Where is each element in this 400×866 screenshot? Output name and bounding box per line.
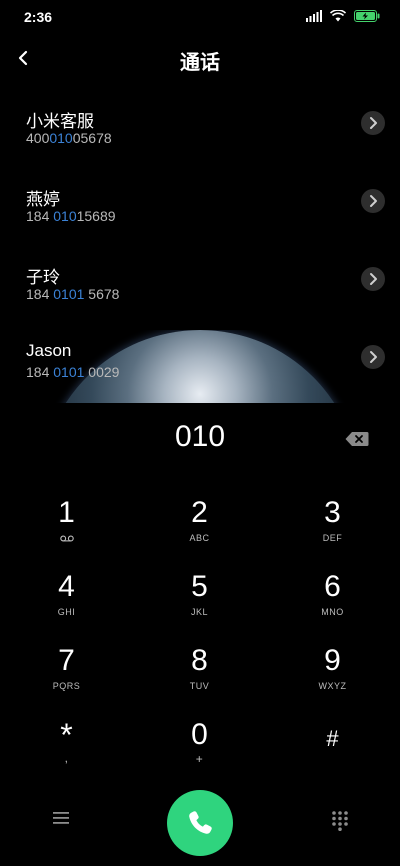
key-star[interactable]: * ,: [0, 714, 133, 784]
contact-name: Jason: [26, 341, 72, 360]
contact-number: 184 01015689: [26, 208, 116, 224]
key-digit: 1: [58, 496, 75, 529]
key-digit: 5: [191, 570, 208, 603]
chevron-right-icon: [370, 273, 377, 285]
contact-number: 184 0101 0029: [26, 364, 119, 380]
key-digit: 8: [191, 644, 208, 677]
contact-detail-button[interactable]: [361, 267, 385, 291]
battery-icon: [354, 10, 380, 22]
backspace-button[interactable]: [345, 431, 369, 447]
key-8[interactable]: 8 TUV: [133, 640, 266, 710]
key-3[interactable]: 3 DEF: [266, 492, 399, 562]
chevron-right-icon: [370, 351, 377, 363]
backspace-icon: [345, 432, 369, 446]
call-button[interactable]: [167, 790, 233, 856]
contact-number: 40001005678: [26, 130, 112, 146]
key-2[interactable]: 2 ABC: [133, 492, 266, 562]
status-icons: [306, 10, 380, 22]
number-prefix: 400: [26, 130, 50, 146]
key-digit: #: [326, 726, 339, 751]
chevron-right-icon: [370, 195, 377, 207]
contact-name: 子玲: [26, 268, 60, 287]
contact-name: 小米客服: [26, 112, 94, 131]
key-digit: 0: [191, 718, 208, 751]
number-suffix: 15689: [76, 208, 116, 224]
key-sub-label: ABC: [189, 533, 210, 543]
key-digit: *: [60, 717, 73, 753]
key-sub-label: GHI: [57, 607, 76, 617]
key-sub-label: MNO: [321, 607, 344, 617]
menu-icon: [53, 812, 69, 824]
number-suffix: 05678: [72, 130, 112, 146]
key-6[interactable]: 6 MNO: [266, 566, 399, 636]
key-sub-label: +: [195, 752, 204, 766]
page-title: 通话: [180, 52, 220, 74]
key-sub-label: WXYZ: [318, 681, 347, 691]
key-7[interactable]: 7 PQRS: [0, 640, 133, 710]
key-digit: 9: [324, 644, 341, 677]
key-sub-label: PQRS: [52, 681, 81, 691]
contact-item[interactable]: 子玲 184 0101 5678: [0, 251, 400, 329]
number-match: 010: [49, 130, 73, 146]
contact-item[interactable]: 小米客服 40001005678: [0, 95, 400, 173]
chevron-right-icon: [370, 117, 377, 129]
key-digit: 2: [191, 496, 208, 529]
contact-name: 燕婷: [26, 190, 60, 209]
contact-number: 184 0101 5678: [26, 286, 119, 302]
contact-item[interactable]: Jason 184 0101 0029: [0, 329, 400, 407]
key-sub-label: [0, 533, 133, 544]
dialpad-icon: [332, 811, 348, 831]
key-sub-label: TUV: [189, 681, 210, 691]
key-sub-label: JKL: [190, 607, 208, 617]
status-bar: 2:36: [0, 0, 400, 34]
number-prefix: 184: [26, 286, 54, 302]
key-sub-label: ,: [64, 751, 69, 765]
dialpad-toggle-button[interactable]: [329, 809, 351, 831]
number-match: 0101: [53, 364, 85, 380]
key-1[interactable]: 1: [0, 492, 133, 562]
contact-detail-button[interactable]: [361, 189, 385, 213]
key-digit: 7: [58, 644, 75, 677]
number-prefix: 184: [26, 364, 54, 380]
signal-icon: [306, 10, 322, 22]
dial-input-display: 010: [174, 420, 226, 453]
number-match: 0101: [53, 286, 85, 302]
key-0[interactable]: 0 +: [133, 714, 266, 784]
key-hash[interactable]: #: [266, 714, 399, 784]
header: 通话: [0, 40, 400, 80]
number-suffix: 0029: [84, 364, 120, 380]
contact-detail-button[interactable]: [361, 345, 385, 369]
key-digit: 3: [324, 496, 341, 529]
status-time: 2:36: [24, 9, 53, 25]
voicemail-icon: [59, 535, 74, 542]
key-digit: 4: [58, 570, 75, 603]
key-sub-label: DEF: [322, 533, 343, 543]
key-5[interactable]: 5 JKL: [133, 566, 266, 636]
contact-item[interactable]: 燕婷 184 01015689: [0, 173, 400, 251]
number-match: 010: [53, 208, 77, 224]
bottom-bar: [0, 788, 400, 856]
contact-list: 小米客服 40001005678 燕婷 184 01015689 子玲 184 …: [0, 95, 400, 329]
menu-button[interactable]: [52, 810, 70, 826]
wifi-icon: [330, 10, 346, 22]
key-digit: 6: [324, 570, 341, 603]
phone-icon: [189, 811, 212, 834]
key-9[interactable]: 9 WXYZ: [266, 640, 399, 710]
number-prefix: 184: [26, 208, 54, 224]
number-suffix: 5678: [84, 286, 120, 302]
key-4[interactable]: 4 GHI: [0, 566, 133, 636]
contact-detail-button[interactable]: [361, 111, 385, 135]
